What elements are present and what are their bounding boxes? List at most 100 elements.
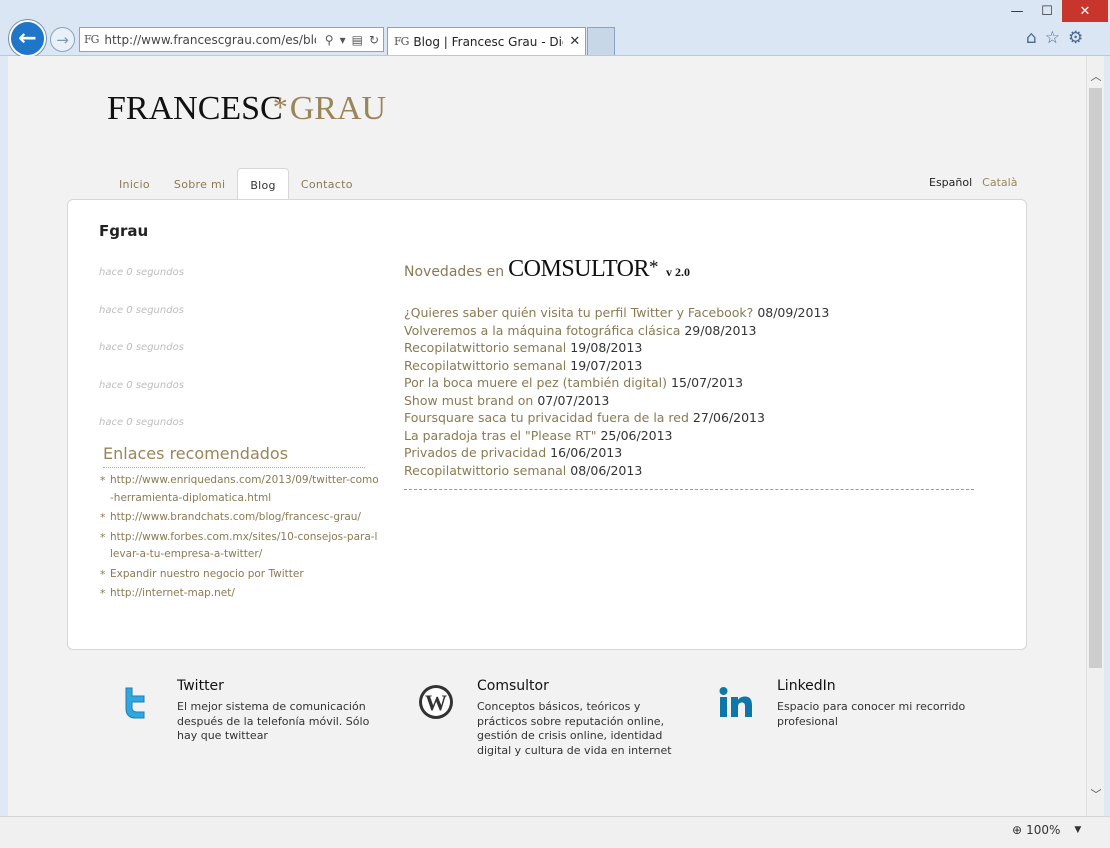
nav-blog[interactable]: Blog [237,168,289,201]
tweet-list: hace 0 segundos hace 0 segundos hace 0 s… [99,267,184,455]
twitter-icon[interactable] [118,684,154,720]
news-item: Privados de privacidad 16/06/2013 [404,444,974,462]
language-switcher: Español Català [929,176,1017,189]
forward-button[interactable]: → [50,27,75,52]
maximize-icon[interactable]: ☐ [1034,0,1060,22]
news-item-date: 19/08/2013 [570,340,643,355]
address-bar[interactable]: FG http://www.francescgrau.com/es/blog/ … [79,27,384,52]
back-button[interactable]: ← [9,20,46,57]
news-item: La paradoja tras el "Please RT" 25/06/201… [404,427,974,445]
tab-favicon: FG [394,35,409,48]
news-item-date: 07/07/2013 [537,392,610,408]
tweet-timestamp: hace 0 segundos [99,379,184,391]
svg-text:W: W [425,690,447,715]
news-item-link[interactable]: La paradoja tras el "Please RT" [404,428,596,443]
tweet-timestamp: hace 0 segundos [99,304,184,316]
asterisk-bullet-icon: * [100,567,106,581]
asterisk-bullet-icon: * [100,511,106,524]
tweet-timestamp: hace 0 segundos [99,267,184,278]
news-divider [404,489,974,490]
recommended-link[interactable]: * http://www.brandchats.com/blog/francesc… [100,509,380,527]
search-icon[interactable]: ⚲ [325,33,334,47]
favorites-star-icon[interactable]: ☆ [1045,28,1060,48]
recommended-link[interactable]: * http://www.enriquedans.com/2013/09/twit… [100,472,380,507]
home-icon[interactable]: ⌂ [1026,28,1037,48]
news-item: Recopilatwittorio semanal 19/07/2013 [404,357,974,375]
recommended-link[interactable]: * http://internet-map.net/ [100,585,380,603]
news-item-date: 08/06/2013 [570,462,643,478]
news-item-date: 15/07/2013 [671,375,744,390]
news-item-date: 25/06/2013 [600,427,673,443]
recommended-links-heading: Enlaces recomendados [103,444,365,468]
scroll-up-icon[interactable]: ︿ [1087,68,1105,84]
page-viewport: FRANCESC*GRAU Inicio Sobre mi Blog Conta… [8,56,1086,816]
browser-chrome: — ☐ ✕ ← → FG http://www.francescgrau.com… [0,0,1110,57]
news-item-link[interactable]: Por la boca muere el pez (también digita… [404,375,667,390]
asterisk-bullet-icon: * [100,587,106,600]
linkedin-icon[interactable] [718,684,754,720]
dropdown-icon[interactable]: ▾ [340,33,346,47]
new-tab-button[interactable] [587,27,615,55]
footer-description: El mejor sistema de comunicación después… [177,700,370,742]
footer-title: Twitter [177,678,224,694]
news-item-link[interactable]: Volveremos a la máquina fotográfica clás… [404,323,680,338]
news-item-link[interactable]: Privados de privacidad [404,445,546,460]
zoom-control[interactable]: ⊕ 100% ▼ [1012,823,1081,837]
recommended-link[interactable]: * Expandir nuestro negocio por Twitter [100,566,380,584]
news-item-link[interactable]: Recopilatwittorio semanal [404,340,566,355]
nav-inicio[interactable]: Inicio [107,168,162,200]
content-panel: Fgrau hace 0 segundos hace 0 segundos ha… [67,199,1027,650]
page-title: Fgrau [99,222,149,240]
settings-gear-icon[interactable]: ⚙ [1068,28,1083,48]
site-favicon: FG [84,33,99,46]
back-arrow-icon: ← [18,26,37,51]
tab-close-icon[interactable]: ✕ [569,34,580,49]
lang-catala[interactable]: Català [982,176,1017,189]
news-label: Novedades en [404,264,505,280]
news-item: Volveremos a la máquina fotográfica clás… [404,322,974,340]
news-item: Recopilatwittorio semanal 19/08/2013 [404,339,974,357]
recommended-link[interactable]: * http://www.forbes.com.mx/sites/10-conse… [100,529,380,564]
compatibility-view-icon[interactable]: ▤ [352,33,363,47]
footer-title: LinkedIn [777,678,836,694]
close-icon[interactable]: ✕ [1062,0,1108,22]
zoom-icon: ⊕ [1012,823,1023,837]
refresh-icon[interactable]: ↻ [369,33,379,47]
wordpress-icon[interactable]: W [418,684,454,720]
news-item-link[interactable]: ¿Quieres saber quién visita tu perfil Tw… [404,305,753,320]
news-item-date: 16/06/2013 [550,445,623,460]
nav-contacto[interactable]: Contacto [289,168,365,200]
status-bar: ⊕ 100% ▼ [0,816,1110,848]
news-item-link[interactable]: Show must brand on [404,393,533,408]
news-item: Recopilatwittorio semanal 08/06/2013 [404,462,974,480]
tweet-timestamp: hace 0 segundos [99,342,184,353]
minimize-icon[interactable]: — [1000,0,1034,22]
news-item-link[interactable]: Recopilatwittorio semanal [404,463,566,478]
site-logo[interactable]: FRANCESC*GRAU [107,90,386,128]
comsultor-asterisk-icon: * [649,257,659,278]
zoom-level: 100% [1026,823,1061,837]
vertical-scrollbar[interactable]: ︿ ﹀ [1086,56,1104,816]
news-item: Foursquare saca tu privacidad fuera de l… [404,409,974,427]
scroll-thumb[interactable] [1089,88,1102,668]
nav-sobre-mi[interactable]: Sobre mi [162,168,237,200]
scroll-down-icon[interactable]: ﹀ [1087,786,1105,802]
forward-arrow-icon: → [56,30,69,49]
news-item-date: 29/08/2013 [684,322,757,338]
news-item: Show must brand on 07/07/2013 [404,392,974,410]
news-item-link[interactable]: Foursquare saca tu privacidad fuera de l… [404,410,689,425]
news-item-link[interactable]: Recopilatwittorio semanal [404,358,566,373]
asterisk-bullet-icon: * [100,474,106,487]
logo-asterisk-icon: * [272,91,288,124]
lang-espanol[interactable]: Español [929,176,972,189]
zoom-dropdown-icon[interactable]: ▼ [1074,825,1081,835]
news-item-date: 08/09/2013 [757,305,830,320]
news-version: v 2.0 [666,265,691,279]
news-item: Por la boca muere el pez (también digita… [404,374,974,392]
asterisk-bullet-icon: * [100,530,106,544]
url-text[interactable]: http://www.francescgrau.com/es/blog/ [104,33,316,47]
browser-tab[interactable]: FG Blog | Francesc Grau - Digit... ✕ [387,27,586,55]
footer-description: Espacio para conocer mi recorrido profes… [777,700,966,728]
comsultor-logo[interactable]: COMSULTOR* [508,256,658,283]
main-nav: Inicio Sobre mi Blog Contacto [107,168,365,201]
